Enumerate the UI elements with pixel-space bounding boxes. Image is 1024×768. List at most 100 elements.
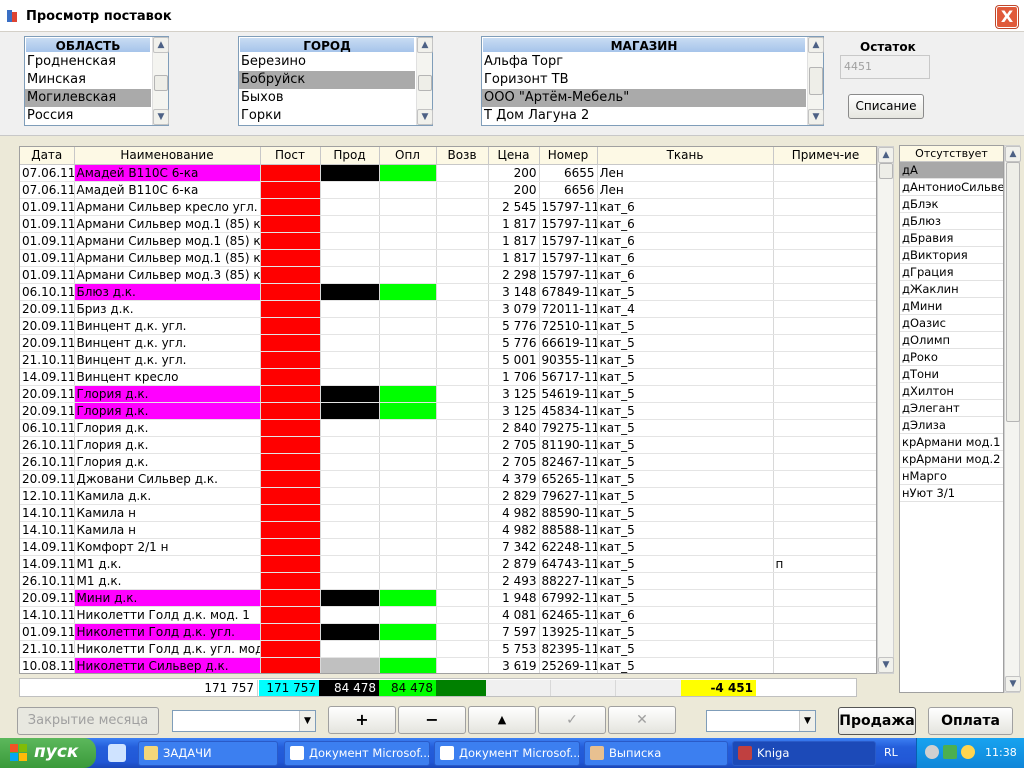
store-item[interactable]: ООО "Артём-Мебель" (482, 89, 806, 107)
table-row[interactable]: 01.09.11 Армани Сильвер кресло угл. 2 545 1… (20, 198, 876, 216)
absent-item[interactable]: дТони (900, 366, 1003, 383)
column-header[interactable]: Дата (20, 147, 75, 165)
absent-item[interactable]: дОлимп (900, 332, 1003, 349)
region-scrollbar[interactable]: ▲ ▼ (152, 37, 169, 125)
scroll-up-icon[interactable]: ▲ (417, 37, 433, 53)
month-select[interactable]: ▼ (172, 710, 316, 732)
task-vypiska[interactable]: Выписка (584, 741, 728, 766)
table-row[interactable]: 14.09.11 Винцент кресло 1 706 56717-11 кат_5 (20, 368, 876, 386)
sale-button[interactable]: Продажа (838, 707, 916, 735)
city-item[interactable]: Быхов (239, 89, 415, 107)
task-zadachi[interactable]: ЗАДАЧИ (138, 741, 278, 766)
column-header[interactable]: Опл (379, 147, 437, 165)
column-header[interactable]: Пост (260, 147, 321, 165)
absent-item[interactable]: дАнтониоСильвер (900, 179, 1003, 196)
chevron-down-icon[interactable]: ▼ (299, 711, 315, 731)
tray-icon[interactable] (961, 745, 975, 759)
table-row[interactable]: 20.09.11 Винцент д.к. угл. 5 776 66619-11 ка… (20, 334, 876, 352)
table-row[interactable]: 20.09.11 Бриз д.к. 3 079 72011-11 кат_4 (20, 300, 876, 318)
scroll-down-icon[interactable]: ▼ (1005, 676, 1021, 692)
city-item[interactable]: Березино (239, 53, 415, 71)
scroll-thumb[interactable] (154, 75, 168, 91)
column-header[interactable]: Прод (320, 147, 380, 165)
absent-item[interactable]: дЭлиза (900, 417, 1003, 434)
deliveries-grid[interactable]: Дата Наименование Пост Прод Опл Возв Цена Номер… (19, 146, 877, 674)
start-button[interactable]: пуск (0, 738, 96, 768)
absent-item[interactable]: дБлюз (900, 213, 1003, 230)
table-row[interactable]: 20.09.11 Джовани Сильвер д.к. 4 379 65265-1… (20, 470, 876, 488)
store-item[interactable]: Альфа Торг (482, 53, 806, 71)
scroll-up-icon[interactable]: ▲ (878, 147, 894, 163)
absent-item[interactable]: крАрмани мод.2 (900, 451, 1003, 468)
confirm-button[interactable]: ✓ (538, 706, 606, 734)
region-item[interactable]: Гродненская (25, 53, 151, 71)
column-header[interactable]: Наименование (74, 147, 261, 165)
chevron-down-icon[interactable]: ▼ (799, 711, 815, 731)
city-list[interactable]: ГОРОД Березино Бобруйск Быхов Горки ▲ ▼ (238, 36, 433, 126)
table-row[interactable]: 06.10.11 Глория д.к. 2 840 79275-11 кат_5 (20, 419, 876, 437)
table-row[interactable]: 01.09.11 Армани Сильвер мод.1 (85) кре 1 8… (20, 215, 876, 233)
table-row[interactable]: 14.10.11 Камила н 4 982 88590-11 кат_5 (20, 504, 876, 522)
language-indicator[interactable]: RL (884, 746, 898, 759)
absent-item[interactable]: дМини (900, 298, 1003, 315)
table-row[interactable]: 01.09.11 Армани Сильвер мод.1 (85) кре 1 8… (20, 249, 876, 267)
scroll-down-icon[interactable]: ▼ (417, 109, 433, 125)
absent-item[interactable]: дХилтон (900, 383, 1003, 400)
table-row[interactable]: 20.09.11 Глория д.к. 3 125 45834-11 кат_5 (20, 402, 876, 420)
absent-scrollbar[interactable]: ▲ ▼ (1004, 145, 1021, 693)
table-row[interactable]: 14.09.11 Комфорт 2/1 н 7 342 62248-11 кат_5 (20, 538, 876, 556)
store-list[interactable]: МАГАЗИН Альфа Торг Горизонт ТВ ООО "Артём-… (481, 36, 824, 126)
absent-list[interactable]: Отсутствует дА дАнтониоСильвер дБлэк дБлюз д… (899, 145, 1004, 693)
ie-quicklaunch-icon[interactable] (108, 744, 126, 762)
spisanie-button[interactable]: Списание (848, 94, 924, 119)
scroll-thumb[interactable] (879, 163, 893, 179)
close-month-button[interactable]: Закрытие месяца (17, 707, 159, 735)
absent-item[interactable]: дВиктория (900, 247, 1003, 264)
cancel-button[interactable]: ✕ (608, 706, 676, 734)
absent-item[interactable]: дРоко (900, 349, 1003, 366)
scroll-thumb[interactable] (809, 67, 823, 95)
close-button[interactable]: X (996, 6, 1018, 28)
scroll-down-icon[interactable]: ▼ (153, 109, 169, 125)
operation-select[interactable]: ▼ (706, 710, 816, 732)
table-row[interactable]: 21.10.11 Винцент д.к. угл. 5 001 90355-11 ка… (20, 351, 876, 369)
scroll-thumb[interactable] (1006, 162, 1020, 422)
scroll-thumb[interactable] (418, 75, 432, 91)
column-header[interactable]: Примеч-ие (773, 147, 876, 165)
absent-item[interactable]: крАрмани мод.1 (900, 434, 1003, 451)
city-item[interactable]: Горки (239, 107, 415, 125)
table-row[interactable]: 01.09.11 Армани Сильвер мод.3 (85) кре 2 2… (20, 266, 876, 284)
table-row[interactable]: 26.10.11 Глория д.к. 2 705 82467-11 кат_5 (20, 453, 876, 471)
city-item[interactable]: Бобруйск (239, 71, 415, 89)
move-up-button[interactable]: ▲ (468, 706, 536, 734)
table-row[interactable]: 14.10.11 Камила н 4 982 88588-11 кат_5 (20, 521, 876, 539)
table-row[interactable]: 12.10.11 Камила д.к. 2 829 79627-11 кат_5 (20, 487, 876, 505)
scroll-down-icon[interactable]: ▼ (878, 657, 894, 673)
absent-item[interactable]: дОазис (900, 315, 1003, 332)
store-item[interactable]: Т Дом Лагуна 2 (482, 107, 806, 125)
scroll-up-icon[interactable]: ▲ (153, 37, 169, 53)
absent-item[interactable]: дЖаклин (900, 281, 1003, 298)
table-row[interactable]: 10.08.11 Николетти Сильвер д.к. 3 619 25269… (20, 657, 876, 673)
column-header[interactable]: Номер (539, 147, 598, 165)
absent-item[interactable]: нУют 3/1 (900, 485, 1003, 502)
table-row[interactable]: 14.09.11 М1 д.к. 2 879 64743-11 кат_5 п (20, 555, 876, 573)
table-row[interactable]: 06.10.11 Блюз д.к. 3 148 67849-11 кат_5 (20, 283, 876, 301)
task-word-2[interactable]: Документ Microsof... (434, 741, 580, 766)
absent-item[interactable]: дЭлегант (900, 400, 1003, 417)
absent-item[interactable]: дБлэк (900, 196, 1003, 213)
table-row[interactable]: 20.09.11 Глория д.к. 3 125 54619-11 кат_5 (20, 385, 876, 403)
region-item[interactable]: Минская (25, 71, 151, 89)
absent-item[interactable]: дБравия (900, 230, 1003, 247)
scroll-down-icon[interactable]: ▼ (808, 109, 824, 125)
column-header[interactable]: Ткань (597, 147, 774, 165)
task-kniga[interactable]: Kniga (732, 741, 876, 766)
table-row[interactable]: 07.06.11 Амадей В110С 6-ка 200 6655 Лен (20, 164, 876, 182)
column-header[interactable]: Цена (488, 147, 540, 165)
column-header[interactable]: Возв (436, 147, 489, 165)
table-row[interactable]: 20.09.11 Мини д.к. 1 948 67992-11 кат_5 (20, 589, 876, 607)
tray-icon[interactable] (943, 745, 957, 759)
region-item[interactable]: Могилевская (25, 89, 151, 107)
grid-scrollbar[interactable]: ▲ ▼ (877, 146, 894, 674)
store-item[interactable]: Горизонт ТВ (482, 71, 806, 89)
